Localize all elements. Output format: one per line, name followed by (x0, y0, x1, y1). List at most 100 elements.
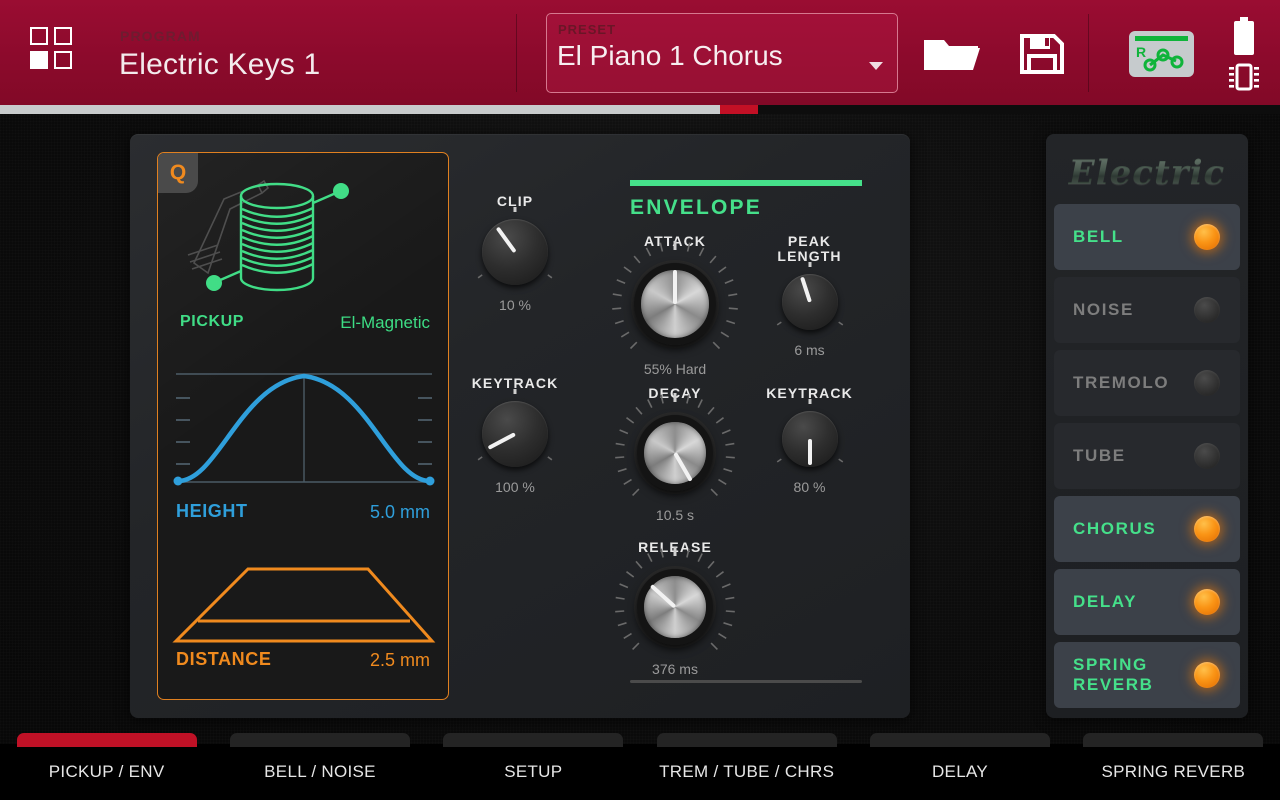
knob-dial[interactable] (477, 207, 553, 285)
knob-dial[interactable] (615, 547, 735, 650)
module-label: CHORUS (1073, 519, 1157, 538)
quick-edit-badge[interactable]: Q (158, 153, 198, 193)
module-power-led[interactable] (1194, 443, 1220, 469)
tab-indicator (1083, 733, 1264, 747)
knob-keytrack-pickup[interactable]: KEYTRACK 100 % (450, 375, 580, 496)
pickup-knob-column: CLIP 10 % KEYTRACK 100 % (450, 152, 580, 700)
height-value[interactable]: 5.0 mm (370, 502, 430, 523)
program-name[interactable]: Electric Keys 1 (119, 48, 320, 82)
knob-peak-length[interactable]: PEAK LENGTH 6 ms (747, 234, 872, 358)
module-power-led[interactable] (1194, 589, 1220, 615)
main-panel: Q PICKUP El-Magnetic HEIGHT 5.0 mm DISTA… (130, 134, 910, 718)
bottom-tab-bar: PICKUP / ENV BELL / NOISE SETUP TREM / TUBE… (0, 733, 1280, 800)
tab-spring-reverb[interactable]: SPRING REVERB (1067, 733, 1280, 800)
tab-label: BELL / NOISE (264, 762, 376, 781)
module-item-spring-reverb[interactable]: SPRING REVERB (1054, 642, 1240, 708)
knob-release[interactable]: RELEASE 376 ms (610, 540, 740, 677)
knob-label: PEAK LENGTH (777, 233, 842, 264)
pickup-card[interactable]: Q PICKUP El-Magnetic HEIGHT 5.0 mm DISTA… (157, 152, 449, 700)
coil-terminal-top (333, 183, 349, 199)
module-power-led[interactable] (1194, 662, 1220, 688)
pickup-title: PICKUP (180, 313, 245, 330)
top-bar: PROGRAM Electric Keys 1 PRESET El Piano … (0, 0, 1280, 105)
pickup-artwork (158, 163, 448, 313)
knob-value: 376 ms (652, 661, 698, 677)
grid-menu-icon[interactable] (30, 27, 76, 73)
module-power-led[interactable] (1194, 370, 1220, 396)
coil-icon (217, 182, 337, 292)
tab-indicator (869, 733, 1050, 747)
module-item-noise[interactable]: NOISE (1054, 277, 1240, 343)
pickup-value[interactable]: El-Magnetic (340, 313, 430, 333)
knob-label: KEYTRACK (766, 385, 853, 401)
distance-shape-graph[interactable] (170, 553, 438, 649)
tab-indicator (656, 733, 837, 747)
modulation-matrix-icon[interactable]: R (1129, 31, 1194, 77)
module-label: TUBE (1073, 446, 1126, 465)
module-list: Electric BELL NOISE TREMOLO TUBE CHORUS DELAY… (1046, 134, 1248, 718)
module-item-chorus[interactable]: CHORUS (1054, 496, 1240, 562)
knob-dial[interactable] (612, 241, 738, 350)
topbar-divider-left (516, 14, 517, 92)
progress-marker (720, 105, 758, 114)
knob-label: RELEASE (638, 539, 712, 555)
svg-text:R: R (1136, 44, 1146, 60)
knob-clip[interactable]: CLIP 10 % (450, 194, 580, 313)
knob-label: KEYTRACK (471, 375, 559, 391)
knob-label: CLIP (496, 193, 534, 209)
knob-dial[interactable] (615, 393, 735, 496)
tab-pickup-env[interactable]: PICKUP / ENV (0, 733, 213, 800)
knob-label: ATTACK (643, 233, 707, 249)
knob-body (482, 219, 548, 285)
tab-trem-tube-chrs[interactable]: TREM / TUBE / CHRS (640, 733, 853, 800)
height-curve-graph[interactable] (170, 368, 438, 488)
module-label: TREMOLO (1073, 373, 1170, 392)
preset-selector[interactable]: PRESET El Piano 1 Chorus (546, 13, 898, 93)
brand-logo: Electric (1054, 142, 1240, 204)
module-item-delay[interactable]: DELAY (1054, 569, 1240, 635)
distance-value[interactable]: 2.5 mm (370, 650, 430, 671)
tab-setup[interactable]: SETUP (427, 733, 640, 800)
progress-strip (0, 105, 1280, 114)
distance-label: DISTANCE (176, 649, 272, 669)
knob-value: 6 ms (794, 342, 825, 358)
knob-pointer (807, 439, 812, 465)
tab-indicator (229, 733, 410, 747)
tab-label: DELAY (931, 762, 988, 781)
module-power-led[interactable] (1194, 516, 1220, 542)
knob-attack[interactable]: ATTACK 55% Hard (610, 234, 740, 377)
height-label: HEIGHT (176, 501, 248, 521)
module-power-led[interactable] (1194, 224, 1220, 250)
module-item-bell[interactable]: BELL (1054, 204, 1240, 270)
topbar-divider-right (1088, 14, 1089, 92)
knob-value: 80 % (793, 479, 826, 495)
program-label: PROGRAM (120, 28, 201, 44)
knob-body (637, 569, 713, 645)
knob-keytrack-envelope[interactable]: KEYTRACK 80 % (747, 385, 872, 496)
knob-dial[interactable] (477, 389, 553, 467)
tab-bell-noise[interactable]: BELL / NOISE (213, 733, 426, 800)
chip-icon (1228, 62, 1260, 92)
plugin-window: PROGRAM Electric Keys 1 PRESET El Piano … (0, 0, 1280, 800)
module-power-led[interactable] (1194, 297, 1220, 323)
distance-row: DISTANCE 2.5 mm (158, 649, 448, 679)
knob-pointer (673, 269, 677, 304)
knob-dial[interactable] (776, 262, 843, 330)
floppy-disk-icon[interactable] (1020, 34, 1064, 74)
coil-terminal-bottom (206, 275, 222, 291)
knob-value: 55% Hard (643, 361, 707, 377)
knob-label: DECAY (648, 385, 702, 401)
module-item-tremolo[interactable]: TREMOLO (1054, 350, 1240, 416)
module-label: BELL (1073, 227, 1124, 246)
module-label: NOISE (1073, 300, 1134, 319)
tab-label: TREM / TUBE / CHRS (659, 762, 835, 781)
tab-indicator (16, 733, 197, 747)
knob-decay[interactable]: DECAY 10.5 s (610, 386, 740, 523)
knob-value: 10.5 s (655, 507, 695, 523)
folder-open-icon[interactable] (922, 34, 980, 74)
module-item-tube[interactable]: TUBE (1054, 423, 1240, 489)
module-label: DELAY (1073, 592, 1138, 611)
knob-dial[interactable] (776, 399, 843, 467)
tab-delay[interactable]: DELAY (853, 733, 1066, 800)
chevron-down-icon[interactable] (869, 62, 883, 70)
